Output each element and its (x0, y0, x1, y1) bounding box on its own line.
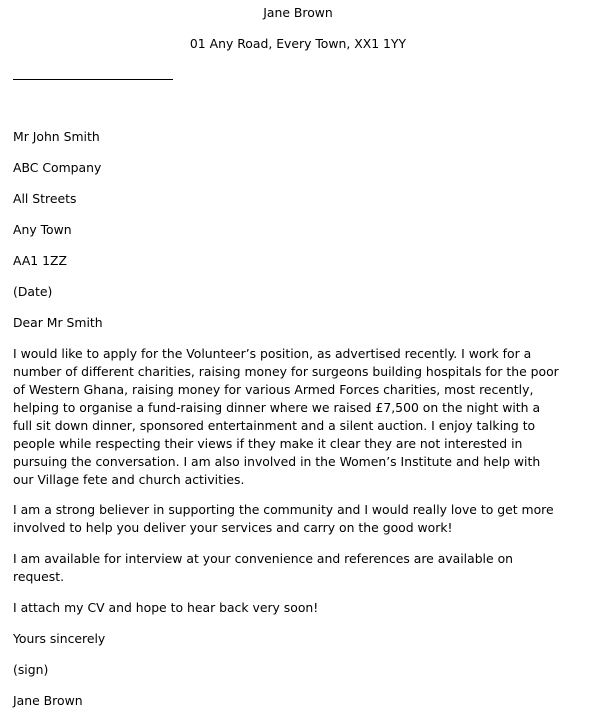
signature: (sign) (13, 662, 49, 677)
recipient-street: All Streets (13, 191, 77, 206)
paragraph-line: of Western Ghana, raising money for vari… (13, 382, 534, 397)
paragraph-line: helping to organise a fund-raising dinne… (13, 400, 541, 415)
letter-date: (Date) (13, 284, 53, 299)
paragraph-line: people while respecting their views if t… (13, 436, 523, 451)
sender-name: Jane Brown (263, 5, 333, 20)
body-paragraph-2: I am a strong believer in supporting the… (13, 501, 593, 537)
recipient-postcode: AA1 1ZZ (13, 253, 67, 268)
recipient-name: Mr John Smith (13, 129, 100, 144)
paragraph-line: our Village fete and church activities. (13, 472, 245, 487)
body-paragraph-4: I attach my CV and hope to hear back ver… (13, 599, 593, 617)
paragraph-line: I am available for interview at your con… (13, 551, 513, 566)
recipient-town: Any Town (13, 222, 72, 237)
paragraph-line: involved to help you deliver your servic… (13, 520, 453, 535)
paragraph-line: number of different charities, raising m… (13, 364, 559, 379)
body-paragraph-1: I would like to apply for the Volunteer’… (13, 345, 593, 489)
paragraph-line: I am a strong believer in supporting the… (13, 502, 554, 517)
paragraph-line: request. (13, 569, 65, 584)
paragraph-line: I attach my CV and hope to hear back ver… (13, 600, 319, 615)
sender-address: 01 Any Road, Every Town, XX1 1YY (189, 36, 407, 51)
paragraph-line: full sit down dinner, sponsored entertai… (13, 418, 536, 433)
signoff-name: Jane Brown (13, 693, 83, 708)
closing: Yours sincerely (13, 631, 106, 646)
salutation: Dear Mr Smith (13, 315, 103, 330)
body-paragraph-3: I am available for interview at your con… (13, 550, 593, 586)
recipient-company: ABC Company (13, 160, 102, 175)
separator-line (13, 79, 173, 80)
paragraph-line: I would like to apply for the Volunteer’… (13, 346, 532, 361)
paragraph-line: pursuing the conversation. I am also inv… (13, 454, 541, 469)
